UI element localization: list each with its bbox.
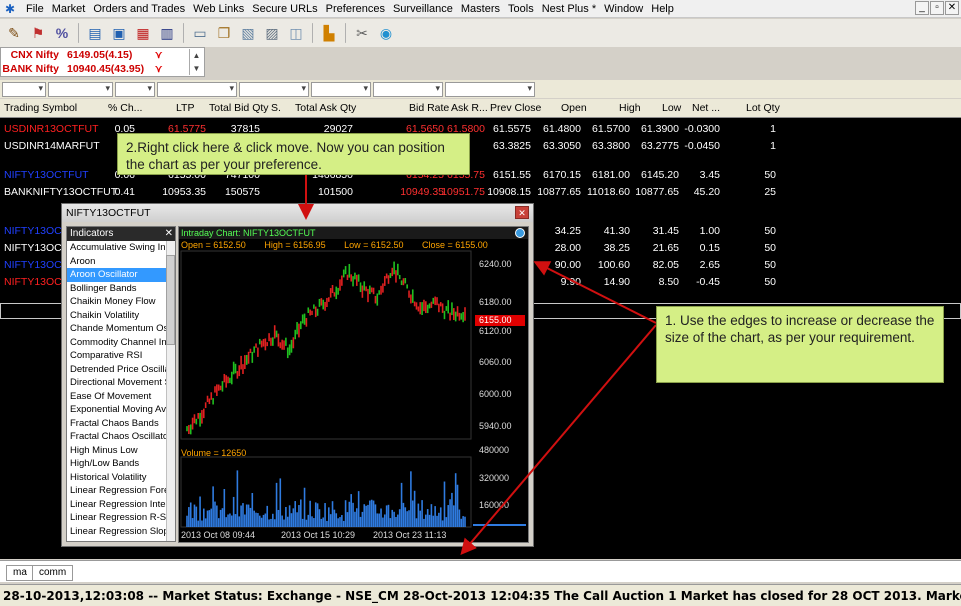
annotation-arrows — [298, 173, 657, 556]
callout-resize: 1. Use the edges to increase or decrease… — [656, 306, 944, 383]
status-bar: 28-10-2013,12:03:08 -- Market Status: Ex… — [0, 584, 961, 606]
trading-terminal-window: ✱ File Market Orders and Trades Web Link… — [0, 0, 961, 606]
arrow-to-bottom-edge — [460, 324, 657, 556]
sheet-tab-comm[interactable]: comm — [32, 565, 74, 581]
sheet-tabs: ma comm — [0, 560, 961, 582]
callout-move: 2.Right click here & click move. Now you… — [117, 133, 470, 175]
arrow-to-right-edge — [533, 261, 657, 324]
sheet-tab-ma[interactable]: ma — [6, 565, 34, 581]
